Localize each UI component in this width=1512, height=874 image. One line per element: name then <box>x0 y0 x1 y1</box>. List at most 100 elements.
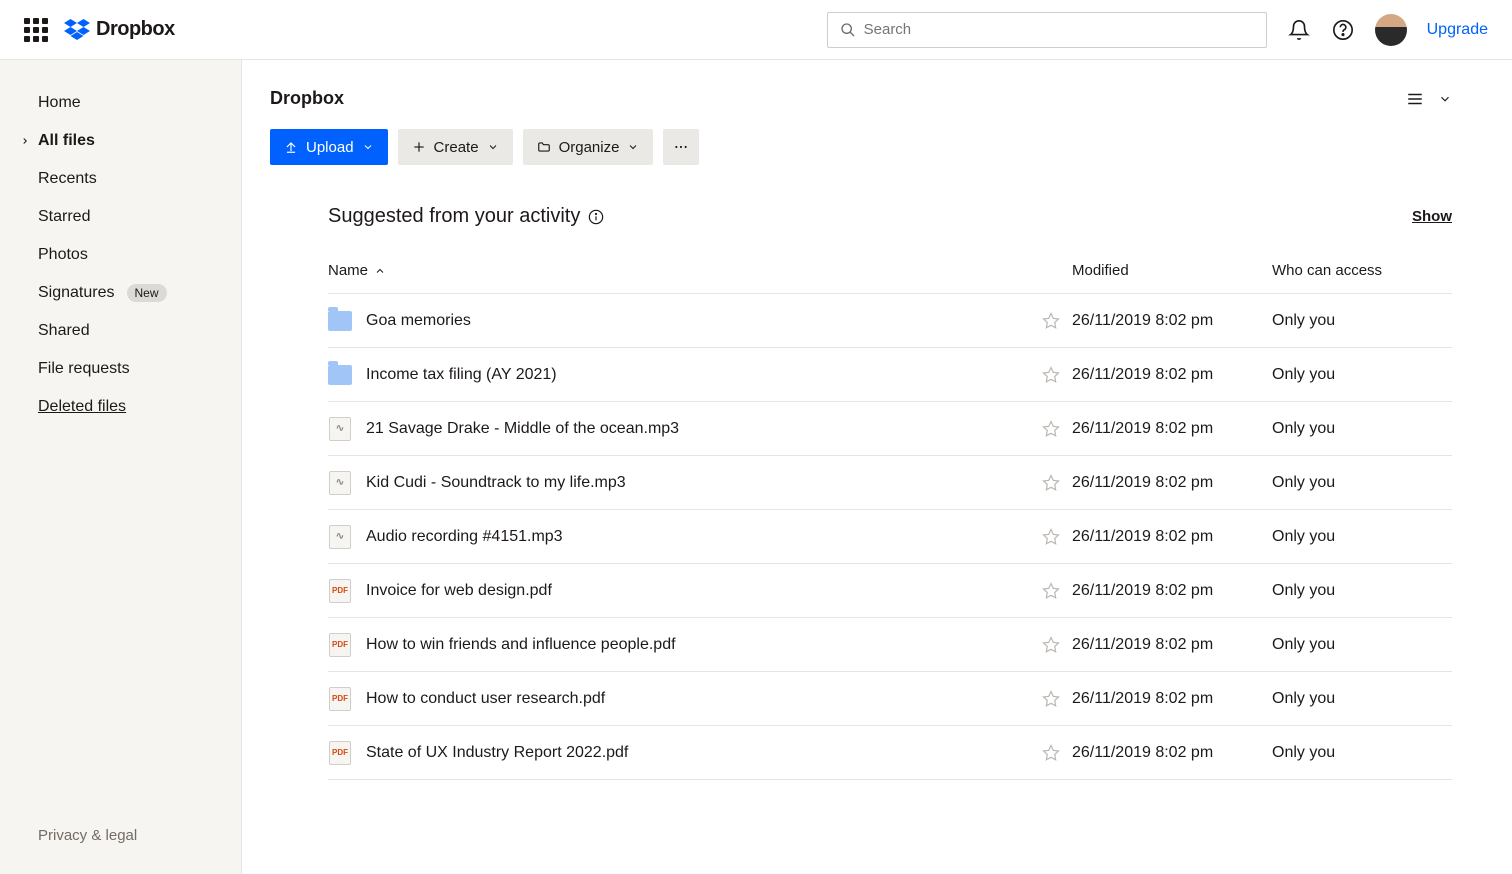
file-modified: 26/11/2019 8:02 pm <box>1072 690 1272 708</box>
avatar[interactable] <box>1375 14 1407 46</box>
more-button[interactable] <box>663 129 699 165</box>
table-row[interactable]: ∿Audio recording #4151.mp326/11/2019 8:0… <box>328 510 1452 564</box>
table-row[interactable]: PDF Invoice for web design.pdf 26/11/2019 … <box>328 564 1452 618</box>
search-input[interactable] <box>864 21 1254 38</box>
file-access: Only you <box>1272 420 1452 438</box>
info-icon[interactable] <box>588 209 604 225</box>
file-name[interactable]: State of UX Industry Report 2022.pdf <box>366 744 628 762</box>
audio-icon: ∿ <box>328 525 352 549</box>
star-icon[interactable] <box>1042 312 1072 330</box>
sidebar-item-label: Deleted files <box>38 398 126 416</box>
star-icon[interactable] <box>1042 690 1072 708</box>
file-modified: 26/11/2019 8:02 pm <box>1072 582 1272 600</box>
file-access: Only you <box>1272 474 1452 492</box>
star-icon[interactable] <box>1042 582 1072 600</box>
chevron-right-icon <box>20 136 30 146</box>
create-button[interactable]: Create <box>398 129 513 165</box>
pdf-icon: PDF <box>328 579 352 603</box>
help-icon[interactable] <box>1331 18 1355 42</box>
table-row[interactable]: Income tax filing (AY 2021) 26/11/2019 8:… <box>328 348 1452 402</box>
chevron-down-icon <box>362 141 374 153</box>
file-name[interactable]: Kid Cudi - Soundtrack to my life.mp3 <box>366 474 626 492</box>
file-modified: 26/11/2019 8:02 pm <box>1072 474 1272 492</box>
body: HomeAll filesRecentsStarred Photos Signatu… <box>0 60 1512 874</box>
star-icon[interactable] <box>1042 420 1072 438</box>
column-name-header[interactable]: Name <box>328 262 1042 279</box>
star-icon[interactable] <box>1042 474 1072 492</box>
file-table: Name Modified Who can access Goa memorie… <box>328 248 1452 780</box>
file-name[interactable]: How to win friends and influence people.… <box>366 636 676 654</box>
folder-icon <box>328 309 352 333</box>
toolbar: Upload Create Organize <box>270 129 1452 165</box>
breadcrumb: Dropbox <box>270 88 344 109</box>
file-name[interactable]: How to conduct user research.pdf <box>366 690 605 708</box>
column-star-header <box>1042 262 1072 279</box>
sidebar-item-file-requests[interactable]: File requests <box>0 350 241 388</box>
header-right: Upgrade <box>827 12 1488 48</box>
sidebar-item-deleted-files[interactable]: Deleted files <box>0 388 241 426</box>
file-name[interactable]: Goa memories <box>366 312 471 330</box>
file-name[interactable]: Invoice for web design.pdf <box>366 582 552 600</box>
upload-icon <box>284 140 298 154</box>
star-icon[interactable] <box>1042 744 1072 762</box>
file-name[interactable]: Audio recording #4151.mp3 <box>366 528 563 546</box>
file-name[interactable]: 21 Savage Drake - Middle of the ocean.mp… <box>366 420 679 438</box>
column-modified-header[interactable]: Modified <box>1072 262 1272 279</box>
file-name-cell: Goa memories <box>328 309 1042 333</box>
star-icon[interactable] <box>1042 366 1072 384</box>
sort-asc-icon <box>374 265 386 277</box>
file-modified: 26/11/2019 8:02 pm <box>1072 744 1272 762</box>
pdf-icon: PDF <box>328 633 352 657</box>
table-row[interactable]: Goa memories26/11/2019 8:02 pmOnly you <box>328 294 1452 348</box>
sidebar-item-label: Photos <box>38 246 88 264</box>
sidebar-item-label: Signatures <box>38 284 115 302</box>
new-badge: New <box>127 284 167 302</box>
search-box[interactable] <box>827 12 1267 48</box>
upload-button[interactable]: Upload <box>270 129 388 165</box>
sidebar-item-all-files[interactable]: All files <box>0 122 241 160</box>
pdf-icon: PDF <box>328 687 352 711</box>
sidebar-item-signatures[interactable]: Signatures New <box>0 274 241 312</box>
file-access: Only you <box>1272 528 1452 546</box>
file-modified: 26/11/2019 8:02 pm <box>1072 312 1272 330</box>
star-icon[interactable] <box>1042 528 1072 546</box>
list-view-icon[interactable] <box>1406 90 1424 108</box>
search-icon <box>840 22 856 38</box>
file-modified: 26/11/2019 8:02 pm <box>1072 366 1272 384</box>
table-row[interactable]: PDF How to win friends and influence peop… <box>328 618 1452 672</box>
chevron-down-icon[interactable] <box>1438 92 1452 106</box>
file-access: Only you <box>1272 690 1452 708</box>
sidebar-item-recents[interactable]: Recents <box>0 160 241 198</box>
main: Dropbox Upload <box>242 60 1512 874</box>
table-row[interactable]: ∿Kid Cudi - Soundtrack to my life.mp3 26/… <box>328 456 1452 510</box>
table-row[interactable]: ∿ 21 Savage Drake - Middle of the ocean.m… <box>328 402 1452 456</box>
sidebar-item-photos[interactable]: Photos <box>0 236 241 274</box>
file-name-cell: PDFState of UX Industry Report 2022.pdf <box>328 741 1042 765</box>
file-name-cell: ∿Kid Cudi - Soundtrack to my life.mp3 <box>328 471 1042 495</box>
chevron-down-icon <box>627 141 639 153</box>
show-link[interactable]: Show <box>1412 208 1452 225</box>
sidebar: HomeAll filesRecentsStarred Photos Signatu… <box>0 60 242 874</box>
star-icon[interactable] <box>1042 636 1072 654</box>
table-row[interactable]: PDF How to conduct user research.pdf 26/11… <box>328 672 1452 726</box>
sidebar-item-home[interactable]: Home <box>0 84 241 122</box>
section-head: Suggested from your activity Show <box>328 205 1452 228</box>
organize-button[interactable]: Organize <box>523 129 654 165</box>
app-launcher-icon[interactable] <box>24 18 48 42</box>
upgrade-link[interactable]: Upgrade <box>1427 21 1488 39</box>
sidebar-item-shared[interactable]: Shared <box>0 312 241 350</box>
file-access: Only you <box>1272 636 1452 654</box>
dropbox-logo-icon <box>64 19 90 41</box>
table-row[interactable]: PDFState of UX Industry Report 2022.pdf 2… <box>328 726 1452 780</box>
sidebar-nav: HomeAll filesRecentsStarred Photos Signatu… <box>0 84 241 807</box>
privacy-legal-link[interactable]: Privacy & legal <box>0 807 241 874</box>
audio-icon: ∿ <box>328 417 352 441</box>
sidebar-item-starred[interactable]: Starred <box>0 198 241 236</box>
file-name[interactable]: Income tax filing (AY 2021) <box>366 366 557 384</box>
column-access-header[interactable]: Who can access <box>1272 262 1452 279</box>
file-name-cell: Income tax filing (AY 2021) <box>328 363 1042 387</box>
view-controls <box>1406 90 1452 108</box>
notifications-icon[interactable] <box>1287 18 1311 42</box>
organize-label: Organize <box>559 139 620 156</box>
logo[interactable]: Dropbox <box>64 18 175 41</box>
